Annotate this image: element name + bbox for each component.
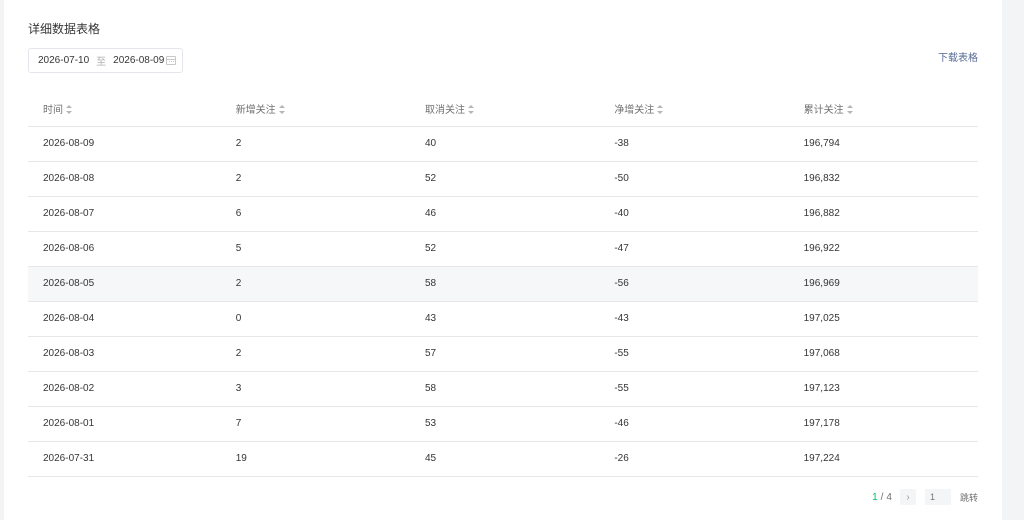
cell-unfollow: 40 bbox=[410, 126, 600, 162]
current-page: 1 bbox=[872, 491, 878, 503]
column-label: 时间 bbox=[43, 105, 63, 117]
cell-total-follow: 197,123 bbox=[788, 371, 978, 407]
cell-net-follow: -55 bbox=[599, 371, 789, 407]
cell-time: 2026-08-07 bbox=[28, 196, 221, 232]
sort-icon[interactable] bbox=[278, 105, 286, 115]
cell-unfollow: 53 bbox=[410, 406, 600, 442]
cell-new-follow: 0 bbox=[220, 301, 410, 337]
cell-total-follow: 197,025 bbox=[788, 301, 978, 337]
cell-new-follow: 19 bbox=[220, 441, 410, 477]
sort-icon[interactable] bbox=[657, 105, 664, 115]
cell-net-follow: -43 bbox=[599, 301, 789, 337]
date-end: 2026-08-09 bbox=[113, 55, 165, 66]
table-row: 2026-08-02 3 58 -55 197,123 bbox=[28, 371, 978, 407]
page-jump-input[interactable] bbox=[924, 489, 951, 505]
next-page-button[interactable]: › bbox=[899, 489, 916, 505]
pagination: 1 / 4 › 跳转 bbox=[872, 489, 978, 505]
table-row: 2026-08-09 2 40 -38 196,794 bbox=[28, 126, 978, 162]
cell-unfollow: 43 bbox=[410, 301, 600, 337]
cell-total-follow: 196,969 bbox=[788, 266, 978, 302]
column-label: 新增关注 bbox=[235, 105, 276, 117]
date-separator: 至 bbox=[96, 57, 107, 68]
date-range-picker[interactable]: 2026-07-10 至 2026-08-09 bbox=[28, 48, 183, 73]
table-row: 2026-08-03 2 57 -55 197,068 bbox=[28, 336, 978, 372]
cell-net-follow: -47 bbox=[599, 231, 789, 267]
cell-time: 2026-08-03 bbox=[28, 336, 221, 372]
cell-unfollow: 58 bbox=[410, 266, 600, 302]
column-header-unfollow[interactable]: 取消关注 bbox=[410, 92, 600, 127]
column-header-new-follow[interactable]: 新增关注 bbox=[220, 92, 410, 127]
cell-new-follow: 5 bbox=[220, 231, 410, 267]
date-start: 2026-07-10 bbox=[38, 55, 90, 66]
cell-time: 2026-08-04 bbox=[28, 301, 221, 337]
sort-icon[interactable] bbox=[468, 105, 475, 115]
cell-total-follow: 197,068 bbox=[788, 336, 978, 372]
cell-new-follow: 2 bbox=[220, 126, 410, 162]
download-table-link[interactable]: 下载表格 bbox=[938, 49, 978, 64]
section-title: 详细数据表格 bbox=[28, 22, 101, 36]
cell-unfollow: 57 bbox=[410, 336, 600, 372]
column-header-total-follow[interactable]: 累计关注 bbox=[788, 92, 978, 127]
cell-total-follow: 196,794 bbox=[788, 126, 978, 162]
cell-total-follow: 196,882 bbox=[788, 196, 978, 232]
table-row: 2026-08-05 2 58 -56 196,969 bbox=[28, 266, 978, 302]
cell-total-follow: 197,178 bbox=[788, 406, 978, 442]
cell-time: 2026-08-01 bbox=[28, 406, 221, 442]
chevron-right-icon: › bbox=[906, 491, 910, 503]
cell-unfollow: 52 bbox=[410, 231, 600, 267]
table-body: 2026-08-09 2 40 -38 196,794 2026-08-08 2 52 -50 1… bbox=[28, 126, 978, 477]
cell-unfollow: 45 bbox=[410, 441, 600, 477]
calendar-icon[interactable] bbox=[166, 56, 176, 65]
table-row: 2026-08-07 6 46 -40 196,882 bbox=[28, 196, 978, 232]
column-header-net-follow[interactable]: 净增关注 bbox=[599, 92, 789, 127]
cell-net-follow: -38 bbox=[599, 126, 789, 162]
cell-unfollow: 52 bbox=[410, 161, 600, 197]
cell-time: 2026-08-08 bbox=[28, 161, 221, 197]
total-pages: 4 bbox=[886, 491, 892, 503]
cell-new-follow: 2 bbox=[220, 266, 410, 302]
cell-new-follow: 7 bbox=[220, 406, 410, 442]
cell-new-follow: 2 bbox=[220, 336, 410, 372]
table-header-row: 时间 新增关注 取消关注 净增关注 累计关注 bbox=[28, 92, 978, 127]
cell-new-follow: 6 bbox=[220, 196, 410, 232]
cell-time: 2026-08-02 bbox=[28, 371, 221, 407]
page-separator: / bbox=[880, 491, 884, 503]
table-row: 2026-08-04 0 43 -43 197,025 bbox=[28, 301, 978, 337]
cell-net-follow: -56 bbox=[599, 266, 789, 302]
cell-time: 2026-08-09 bbox=[28, 126, 221, 162]
cell-total-follow: 196,922 bbox=[788, 231, 978, 267]
cell-time: 2026-08-06 bbox=[28, 231, 221, 267]
cell-unfollow: 46 bbox=[410, 196, 600, 232]
table-row: 2026-07-31 19 45 -26 197,224 bbox=[28, 441, 978, 477]
table-row: 2026-08-01 7 53 -46 197,178 bbox=[28, 406, 978, 442]
column-label: 净增关注 bbox=[614, 105, 655, 117]
detail-data-panel: 详细数据表格 2026-07-10 至 2026-08-09 下载表格 时间 新… bbox=[4, 0, 1002, 520]
cell-time: 2026-07-31 bbox=[28, 441, 221, 477]
sort-icon[interactable] bbox=[66, 105, 73, 115]
column-label: 累计关注 bbox=[803, 105, 844, 117]
cell-time: 2026-08-05 bbox=[28, 266, 221, 302]
cell-net-follow: -46 bbox=[599, 406, 789, 442]
table-row: 2026-08-08 2 52 -50 196,832 bbox=[28, 161, 978, 197]
data-table: 时间 新增关注 取消关注 净增关注 累计关注 2026-08-09 2 40 -38 1… bbox=[28, 92, 978, 477]
column-header-time[interactable]: 时间 bbox=[28, 92, 221, 127]
cell-new-follow: 3 bbox=[220, 371, 410, 407]
column-label: 取消关注 bbox=[425, 105, 465, 117]
cell-net-follow: -55 bbox=[599, 336, 789, 372]
cell-unfollow: 58 bbox=[410, 371, 600, 407]
cell-net-follow: -26 bbox=[599, 441, 789, 477]
cell-total-follow: 197,224 bbox=[788, 441, 978, 477]
cell-net-follow: -50 bbox=[599, 161, 789, 197]
jump-button[interactable]: 跳转 bbox=[960, 491, 978, 504]
cell-new-follow: 2 bbox=[220, 161, 410, 197]
sort-icon[interactable] bbox=[846, 105, 854, 115]
cell-net-follow: -40 bbox=[599, 196, 789, 232]
cell-total-follow: 196,832 bbox=[788, 161, 978, 197]
table-row: 2026-08-06 5 52 -47 196,922 bbox=[28, 231, 978, 267]
